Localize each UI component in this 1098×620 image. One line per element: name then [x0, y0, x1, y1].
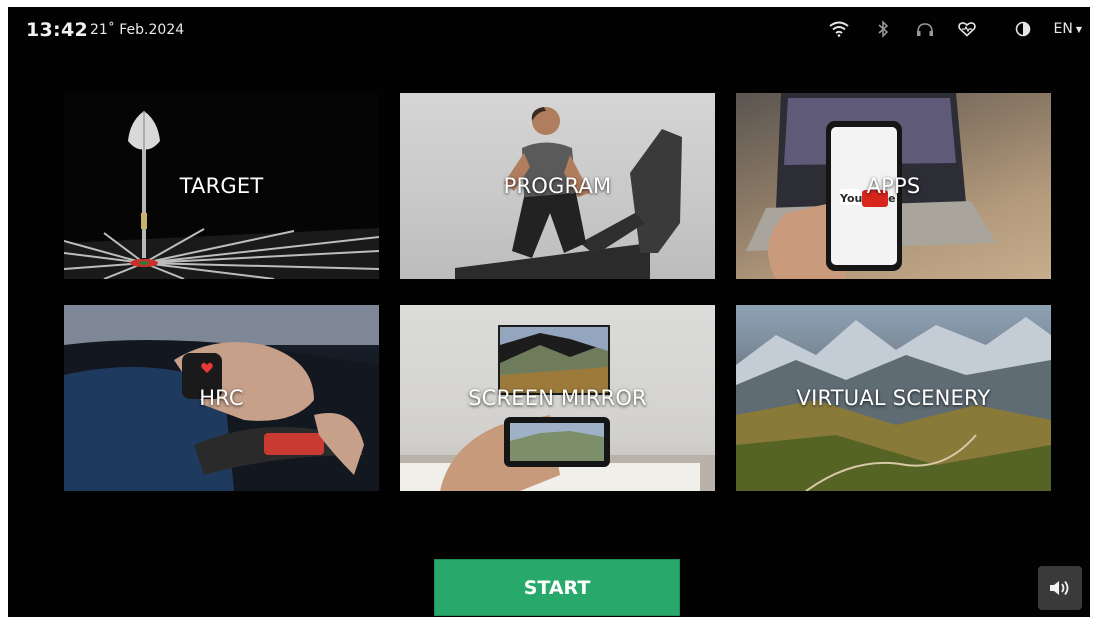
- tile-label: PROGRAM: [503, 174, 612, 198]
- volume-button[interactable]: [1038, 566, 1082, 610]
- clock: 13:42: [26, 19, 88, 41]
- tile-label: SCREEN MIRROR: [468, 386, 647, 410]
- tile-target[interactable]: TARGET: [64, 93, 379, 279]
- speaker-icon: [1050, 580, 1069, 596]
- tile-label: VIRTUAL SCENERY: [796, 386, 991, 410]
- heart-rate-icon[interactable]: [956, 18, 978, 40]
- date: 21˚ Feb.2024: [90, 22, 185, 38]
- tile-label: HRC: [199, 386, 244, 410]
- wifi-icon[interactable]: [828, 18, 850, 40]
- tile-program[interactable]: PROGRAM: [400, 93, 715, 279]
- bluetooth-icon[interactable]: [872, 18, 894, 40]
- start-button[interactable]: START: [434, 559, 680, 616]
- language-selector[interactable]: EN ▼: [1054, 21, 1082, 37]
- chevron-down-icon: ▼: [1075, 24, 1082, 34]
- contrast-icon[interactable]: [1012, 18, 1034, 40]
- status-bar: 13:42 21˚ Feb.2024 EN ▼: [8, 7, 1090, 51]
- tile-virtual-scenery[interactable]: VIRTUAL SCENERY: [736, 305, 1051, 491]
- tile-screen-mirror[interactable]: SCREEN MIRROR: [400, 305, 715, 491]
- treadmill-home-screen: 13:42 21˚ Feb.2024 EN ▼ TARGET PROGRAM Y…: [8, 7, 1090, 617]
- tile-hrc[interactable]: HRC: [64, 305, 379, 491]
- headphones-icon[interactable]: [914, 18, 936, 40]
- tile-apps[interactable]: You Tube APPS: [736, 93, 1051, 279]
- tile-label: TARGET: [179, 174, 264, 198]
- tile-label: APPS: [866, 174, 921, 198]
- language-code: EN: [1053, 21, 1073, 37]
- status-icons: EN ▼: [828, 17, 1082, 41]
